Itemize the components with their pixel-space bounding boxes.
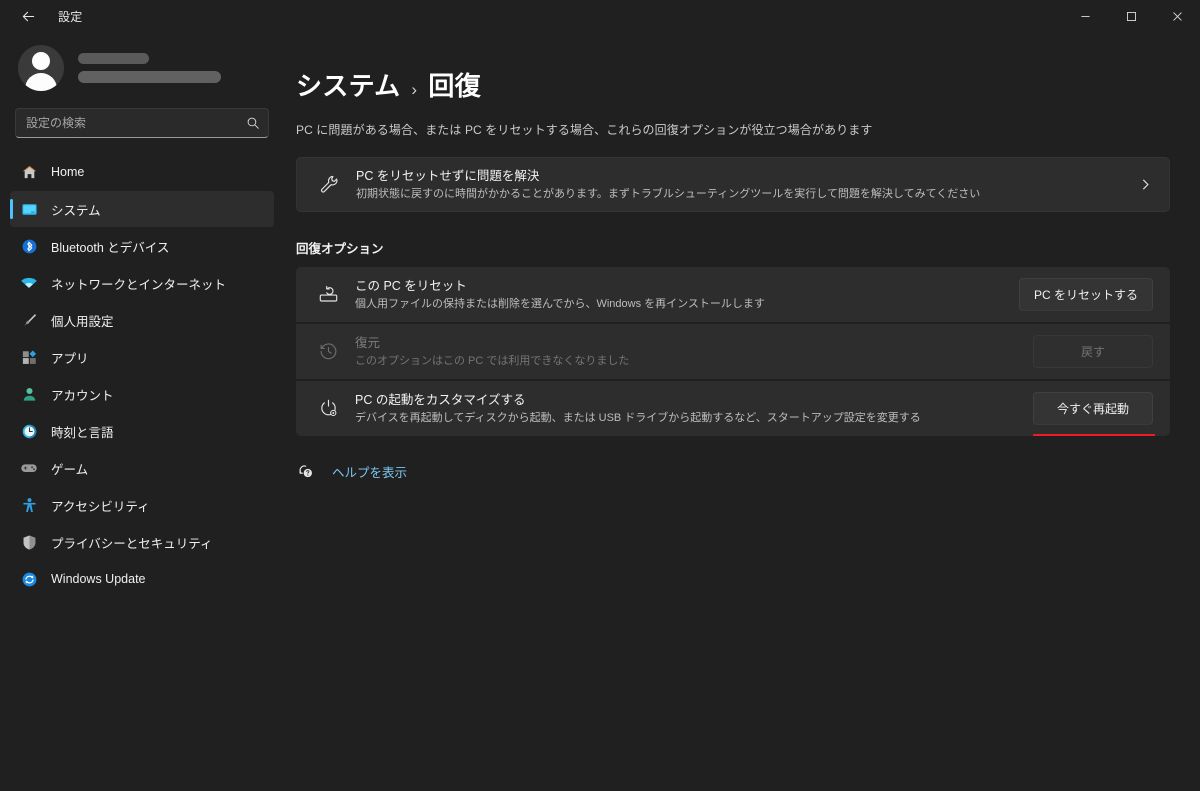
highlight-underline-annotation xyxy=(1033,434,1155,436)
reset-pc-icon xyxy=(313,284,343,305)
restore-button-wrap: 戻す xyxy=(1033,335,1153,368)
option-title: この PC をリセット xyxy=(355,278,467,293)
shield-icon xyxy=(20,533,38,551)
system-monitor-icon xyxy=(20,200,38,218)
option-row-restore: 復元 このオプションはこの PC では利用できなくなりました 戻す xyxy=(296,324,1170,379)
help-question-icon xyxy=(298,463,315,480)
search-icon xyxy=(238,116,268,130)
search-input[interactable] xyxy=(16,116,238,130)
sidebar-item-gaming[interactable]: ゲーム xyxy=(10,450,274,486)
profile-placeholder xyxy=(78,53,221,83)
back-button[interactable] xyxy=(10,0,46,32)
minimize-icon xyxy=(1080,15,1090,17)
maximize-button[interactable] xyxy=(1108,0,1154,32)
recovery-options-group: この PC をリセット 個人用ファイルの保持または削除を選んでから、Window… xyxy=(296,267,1170,436)
update-icon xyxy=(20,570,38,588)
minimize-button[interactable] xyxy=(1062,0,1108,32)
sidebar-item-network[interactable]: ネットワークとインターネット xyxy=(10,265,274,301)
show-help-link[interactable]: ヘルプを表示 xyxy=(332,462,407,481)
app-title: 設定 xyxy=(58,9,83,24)
option-description: デバイスを再起動してディスクから起動、または USB ドライブから起動するなど、… xyxy=(355,411,921,424)
option-description: このオプションはこの PC では利用できなくなりました xyxy=(355,354,630,367)
sidebar-item-label: アカウント xyxy=(51,388,114,403)
option-row-reset-pc: この PC をリセット 個人用ファイルの保持または削除を選んでから、Window… xyxy=(296,267,1170,322)
wrench-icon xyxy=(314,174,344,195)
troubleshoot-card-text: PC をリセットせずに問題を解決 初期状態に戻すのに時間がかかることがあります。… xyxy=(344,168,1129,202)
sidebar-item-privacy-security[interactable]: プライバシーとセキュリティ xyxy=(10,524,274,560)
option-title: 復元 xyxy=(355,335,381,350)
sidebar-item-label: ゲーム xyxy=(51,462,89,477)
sidebar-item-accounts[interactable]: アカウント xyxy=(10,376,274,412)
settings-window: 設定 設定の検索 Home システム Bluetooth とデバイス ネットワー… xyxy=(0,0,1200,791)
section-title-recovery-options: 回復オプション xyxy=(296,242,384,256)
breadcrumb: システム › 回復 xyxy=(296,66,1170,103)
paintbrush-icon xyxy=(20,311,38,329)
reset-pc-button-wrap: PC をリセットする xyxy=(1018,278,1153,311)
avatar xyxy=(18,45,64,91)
troubleshoot-card-title: PC をリセットせずに問題を解決 xyxy=(356,168,540,183)
sidebar-item-label: アプリ xyxy=(51,351,89,366)
sidebar-item-label: プライバシーとセキュリティ xyxy=(51,536,213,551)
history-clock-icon xyxy=(313,341,343,362)
sidebar-item-label: システム xyxy=(51,203,101,218)
maximize-icon xyxy=(1126,11,1136,21)
reset-pc-button[interactable]: PC をリセットする xyxy=(1018,278,1153,311)
user-profile[interactable] xyxy=(10,32,274,99)
back-arrow-icon xyxy=(22,11,34,21)
sidebar-item-label: ネットワークとインターネット xyxy=(51,277,227,292)
sidebar-item-label: Home xyxy=(51,165,85,179)
main-content: システム › 回復 PC に問題がある場合、または PC をリセットする場合、こ… xyxy=(284,32,1200,791)
sidebar-nav: Home システム Bluetooth とデバイス ネットワークとインターネット… xyxy=(10,154,274,597)
title-bar: 設定 xyxy=(0,0,1200,32)
home-icon xyxy=(20,163,38,181)
sidebar-item-accessibility[interactable]: アクセシビリティ xyxy=(10,487,274,523)
close-button[interactable] xyxy=(1154,0,1200,32)
breadcrumb-separator-icon: › xyxy=(411,80,418,99)
gamepad-icon xyxy=(20,459,38,477)
window-controls xyxy=(1062,0,1200,32)
option-row-advanced-startup: PC の起動をカスタマイズする デバイスを再起動してディスクから起動、または U… xyxy=(296,381,1170,436)
bluetooth-icon xyxy=(20,237,38,255)
sidebar-item-system[interactable]: システム xyxy=(10,191,274,227)
account-icon xyxy=(20,385,38,403)
restart-now-button[interactable]: 今すぐ再起動 xyxy=(1033,392,1153,425)
sidebar-item-windows-update[interactable]: Windows Update xyxy=(10,561,274,597)
sidebar-item-apps[interactable]: アプリ xyxy=(10,339,274,375)
option-text-advanced-startup: PC の起動をカスタマイズする デバイスを再起動してディスクから起動、または U… xyxy=(343,392,1033,426)
sidebar-item-label: 時刻と言語 xyxy=(51,425,114,440)
restart-now-button-wrap: 今すぐ再起動 xyxy=(1033,392,1155,436)
accessibility-icon xyxy=(20,496,38,514)
sidebar-item-label: Windows Update xyxy=(51,572,146,586)
wifi-icon xyxy=(20,274,38,292)
sidebar-item-label: Bluetooth とデバイス xyxy=(51,240,170,255)
option-text-reset-pc: この PC をリセット 個人用ファイルの保持または削除を選んでから、Window… xyxy=(343,278,1019,312)
apps-icon xyxy=(20,348,38,366)
troubleshoot-card[interactable]: PC をリセットせずに問題を解決 初期状態に戻すのに時間がかかることがあります。… xyxy=(296,157,1170,212)
clock-icon xyxy=(20,422,38,440)
chevron-right-icon xyxy=(1129,178,1152,191)
profile-email-placeholder xyxy=(78,71,221,83)
profile-name-placeholder xyxy=(78,53,149,64)
restore-go-back-button: 戻す xyxy=(1033,335,1153,368)
option-title: PC の起動をカスタマイズする xyxy=(355,392,526,407)
sidebar-item-bluetooth[interactable]: Bluetooth とデバイス xyxy=(10,228,274,264)
option-description: 個人用ファイルの保持または削除を選んでから、Windows を再インストールしま… xyxy=(355,297,765,310)
page-title: 回復 xyxy=(428,71,481,101)
page-subtitle: PC に問題がある場合、または PC をリセットする場合、これらの回復オプション… xyxy=(296,123,873,137)
breadcrumb-parent[interactable]: システム xyxy=(296,66,400,103)
sidebar-item-label: 個人用設定 xyxy=(51,314,114,329)
sidebar: Home システム xyxy=(0,32,284,791)
close-icon xyxy=(1172,11,1182,21)
power-settings-icon xyxy=(313,398,343,419)
sidebar-item-home[interactable]: Home xyxy=(10,154,274,190)
troubleshoot-card-description: 初期状態に戻すのに時間がかかることがあります。まずトラブルシューティングツールを… xyxy=(356,187,981,200)
sidebar-item-label: アクセシビリティ xyxy=(51,499,150,514)
option-text-restore: 復元 このオプションはこの PC では利用できなくなりました xyxy=(343,335,1033,369)
search-box[interactable] xyxy=(15,108,269,138)
sidebar-item-time-language[interactable]: 時刻と言語 xyxy=(10,413,274,449)
help-row: ヘルプを表示 xyxy=(296,462,1170,481)
sidebar-item-personalization[interactable]: 個人用設定 xyxy=(10,302,274,338)
